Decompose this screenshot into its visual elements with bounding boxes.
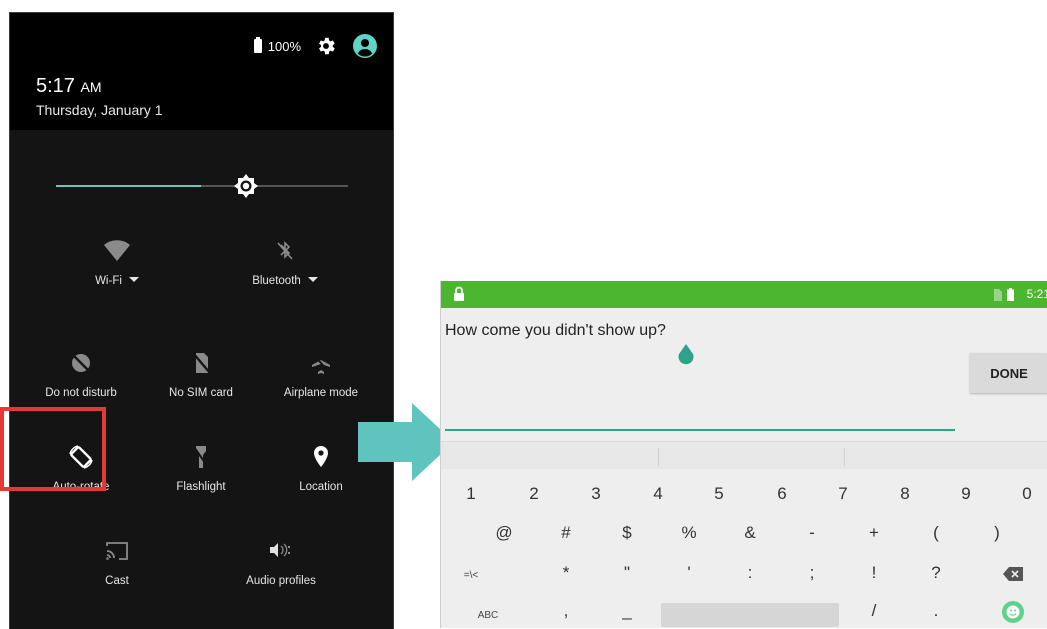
key-asterisk[interactable]: * — [546, 563, 586, 583]
battery-icon — [1007, 288, 1014, 301]
key-0[interactable]: 0 — [1007, 484, 1047, 504]
audio-profiles-icon — [270, 543, 290, 557]
battery-indicator: 100% — [253, 37, 301, 54]
key-2[interactable]: 2 — [514, 484, 554, 504]
battery-percent: 100% — [267, 38, 301, 54]
key-abc[interactable]: ABC — [468, 610, 508, 621]
clock-ampm: AM — [80, 79, 102, 95]
key-double-quote[interactable]: " — [607, 563, 647, 583]
auto-rotate-highlight-box — [0, 407, 106, 491]
do-not-disturb-off-icon — [71, 353, 91, 373]
tile-label: Wi-Fi — [95, 275, 122, 287]
reply-text-field[interactable]: How come you didn't show up? — [445, 322, 666, 340]
tile-bluetooth[interactable]: Bluetooth — [225, 237, 345, 307]
no-sim-icon — [994, 289, 1002, 301]
airplane-off-icon — [311, 352, 331, 374]
key-close-paren[interactable]: ) — [977, 523, 1017, 543]
tile-label: No SIM card — [169, 387, 233, 399]
chevron-down-icon[interactable] — [307, 277, 318, 282]
key-exclamation[interactable]: ! — [854, 563, 894, 583]
key-percent[interactable]: % — [669, 523, 709, 543]
key-open-paren[interactable]: ( — [916, 523, 956, 543]
account-icon[interactable] — [351, 32, 379, 60]
tile-audio-profiles[interactable]: Audio profiles — [221, 537, 341, 607]
done-button[interactable]: DONE — [970, 353, 1047, 393]
tile-label: Airplane mode — [283, 387, 359, 399]
bluetooth-off-icon — [277, 241, 293, 260]
key-comma[interactable]: , — [546, 601, 586, 621]
tile-label: Do not disturb — [45, 387, 117, 399]
key-8[interactable]: 8 — [885, 484, 925, 504]
brightness-track-filled — [56, 185, 201, 187]
key-9[interactable]: 9 — [946, 484, 986, 504]
tile-label: Bluetooth — [252, 275, 301, 287]
key-hash[interactable]: # — [546, 523, 586, 543]
key-ampersand[interactable]: & — [730, 523, 770, 543]
key-minus[interactable]: - — [792, 523, 832, 543]
wifi-icon — [104, 240, 130, 261]
clock-time: 5:17 — [36, 75, 75, 97]
key-5[interactable]: 5 — [699, 484, 739, 504]
brightness-slider[interactable] — [56, 174, 348, 198]
suggestion-strip[interactable] — [441, 441, 1047, 470]
key-single-quote[interactable]: ' — [669, 563, 709, 583]
suggestion-divider — [844, 448, 845, 466]
tile-flashlight[interactable]: Flashlight — [141, 443, 261, 513]
text-field-underline — [445, 429, 955, 431]
key-underscore[interactable]: _ — [607, 601, 647, 621]
text-cursor-handle-icon[interactable] — [677, 343, 695, 367]
key-colon[interactable]: : — [730, 563, 770, 583]
backspace-icon[interactable] — [1002, 566, 1024, 582]
status-icons: 100% — [253, 29, 379, 63]
location-pin-icon — [314, 446, 328, 467]
tile-label: Location — [299, 481, 343, 493]
tile-label: Flashlight — [176, 481, 226, 493]
tile-cast[interactable]: Cast — [57, 537, 177, 607]
no-sim-icon — [192, 352, 211, 374]
suggestion-divider — [658, 448, 659, 466]
lock-icon — [454, 286, 464, 301]
key-4[interactable]: 4 — [638, 484, 678, 504]
key-slash[interactable]: / — [854, 601, 894, 621]
quick-settings-header: 100% 5:17 AM Thursday, January 1 — [10, 13, 393, 130]
tile-no-sim[interactable]: No SIM card — [141, 349, 261, 419]
tablet-screen: 5:21 How come you didn't show up? DONE 1… — [440, 281, 1047, 628]
symbol-keyboard: 1 2 3 4 5 6 7 8 9 0 @ # $ % & - + ( ) =\… — [441, 469, 1047, 628]
status-time: 5:21 — [1026, 287, 1047, 301]
date-label: Thursday, January 1 — [36, 102, 163, 118]
space-bar[interactable] — [661, 603, 839, 627]
key-more-symbols[interactable]: =\< — [451, 570, 491, 581]
key-1[interactable]: 1 — [451, 484, 491, 504]
cast-icon — [106, 542, 128, 560]
key-7[interactable]: 7 — [823, 484, 863, 504]
key-semicolon[interactable]: ; — [792, 563, 832, 583]
battery-icon — [253, 37, 262, 53]
key-3[interactable]: 3 — [576, 484, 616, 504]
key-period[interactable]: . — [916, 601, 956, 621]
quick-settings-panel: 100% 5:17 AM Thursday, January 1 Wi-Fi B… — [9, 12, 394, 629]
tile-label: Audio profiles — [246, 575, 316, 587]
status-bar: 5:21 — [441, 281, 1047, 308]
tile-wifi[interactable]: Wi-Fi — [57, 237, 177, 307]
clock: 5:17 AM — [36, 75, 102, 98]
key-dollar[interactable]: $ — [607, 523, 647, 543]
brightness-icon[interactable] — [232, 172, 260, 200]
tile-label: Cast — [105, 575, 129, 587]
flashlight-off-icon — [193, 446, 209, 468]
brightness-track-empty — [201, 185, 348, 187]
key-at[interactable]: @ — [484, 523, 524, 543]
key-6[interactable]: 6 — [762, 484, 802, 504]
chevron-down-icon[interactable] — [128, 277, 139, 282]
emoji-icon[interactable] — [1001, 600, 1025, 624]
key-plus[interactable]: + — [854, 523, 894, 543]
gear-icon[interactable] — [315, 35, 337, 57]
key-question[interactable]: ? — [916, 563, 956, 583]
